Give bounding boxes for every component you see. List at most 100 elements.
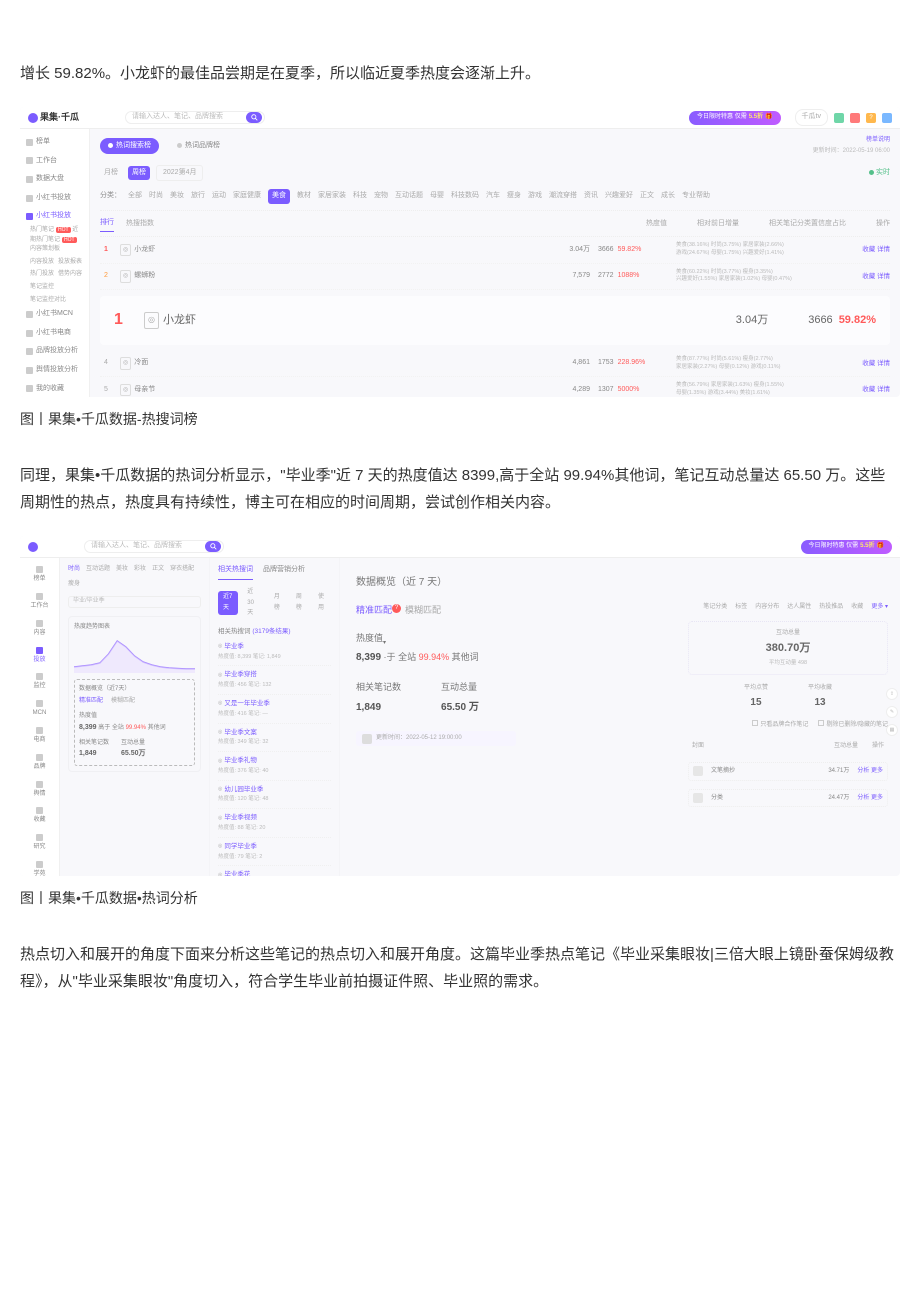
fab-app-icon[interactable]: ▦ <box>886 724 898 736</box>
assoc-item[interactable]: 同学毕业季热度值: 79 笔记: 2 <box>218 838 331 867</box>
sb2-8[interactable]: 舆情 <box>24 777 55 804</box>
sb2-4[interactable]: 监控 <box>24 669 55 696</box>
assoc-item[interactable]: 毕业季穿搭热度值: 456 笔记: 132 <box>218 666 331 695</box>
chip-6[interactable]: 瘦身 <box>68 579 80 590</box>
cat-4[interactable]: 运动 <box>212 190 226 203</box>
cat-2[interactable]: 美妆 <box>170 190 184 203</box>
assoc-item[interactable]: 毕业季花热度值: — 笔记: — <box>218 866 331 876</box>
sidebar-sub-g2[interactable]: 投放报表 <box>58 258 82 268</box>
chip-0[interactable]: 时尚 <box>68 564 80 575</box>
assoc-item[interactable]: 毕业季礼物热度值: 376 笔记: 40 <box>218 752 331 781</box>
cat-18[interactable]: 资讯 <box>584 190 598 203</box>
checkbox-brand-only[interactable]: 只看品牌合作笔记 <box>752 720 808 731</box>
pr-month[interactable]: 月榜 <box>269 591 287 615</box>
checkbox-exclude-deleted[interactable]: 剔除已删除/隐藏的笔记 <box>818 720 888 731</box>
period-month[interactable]: 月榜 <box>100 166 122 181</box>
search-button[interactable] <box>246 112 262 123</box>
pr-week[interactable]: 周榜 <box>291 591 309 615</box>
cat-12[interactable]: 母婴 <box>430 190 444 203</box>
sb2-3[interactable]: 投放 <box>24 643 55 670</box>
chip-5[interactable]: 穿衣搭配 <box>170 564 194 575</box>
sb2-1[interactable]: 工作台 <box>24 589 55 616</box>
ops-2[interactable]: 收藏 详情 <box>854 271 890 283</box>
keyword-1[interactable]: 小龙虾 <box>134 244 155 257</box>
pr-30d[interactable]: 近30天 <box>242 586 265 620</box>
rhs-h5[interactable]: 收藏 <box>851 602 863 613</box>
keyword-2[interactable]: 螺蛳粉 <box>134 270 155 283</box>
cat-21[interactable]: 成长 <box>661 190 675 203</box>
top-icon-2[interactable] <box>850 113 860 123</box>
cat-8[interactable]: 家居家装 <box>318 190 346 203</box>
search-input-2[interactable]: 请输入达人、笔记、品牌搜索 <box>84 540 224 553</box>
ops-1[interactable]: 收藏 详情 <box>854 244 890 256</box>
help-icon[interactable]: ? <box>866 113 876 123</box>
cat-9[interactable]: 科技 <box>353 190 367 203</box>
tab-hot-brand[interactable]: 热词品牌榜 <box>169 138 228 155</box>
period-week[interactable]: 周榜 <box>128 166 150 181</box>
match-fuzzy[interactable]: 模糊匹配 <box>405 602 441 618</box>
tab-hot-search[interactable]: 热词搜索榜 <box>100 138 159 155</box>
assoc-item[interactable]: 幼儿园毕业季热度值: 120 笔记: 48 <box>218 781 331 810</box>
note-act-1[interactable]: 分析 更多 <box>857 793 883 804</box>
cat-1[interactable]: 时尚 <box>149 190 163 203</box>
ops-4[interactable]: 收藏 详情 <box>854 358 890 370</box>
chip-4[interactable]: 正文 <box>152 564 164 575</box>
promo-banner[interactable]: 今日限时特惠 仅需 5.5折 🎁 <box>689 111 781 125</box>
sidebar-item-fav[interactable]: 我的收藏 <box>26 380 83 398</box>
sb2-10[interactable]: 研究 <box>24 830 55 857</box>
cat-19[interactable]: 兴趣爱好 <box>605 190 633 203</box>
match-exact[interactable]: 精准匹配? <box>356 602 401 618</box>
sidebar-sub-g0[interactable]: 内容策划板 <box>30 245 60 255</box>
sidebar-item-dashboard[interactable]: 数据大盘 <box>26 170 83 189</box>
rhs-more[interactable]: 更多 ▾ <box>871 602 888 613</box>
chip-1[interactable]: 互动话题 <box>86 564 110 575</box>
rhs-h2[interactable]: 内容分布 <box>755 602 779 613</box>
pr-7d[interactable]: 近7天 <box>218 591 238 615</box>
tv-button[interactable]: 千瓜tv <box>795 109 828 126</box>
cat-17[interactable]: 潮流穿搭 <box>549 190 577 203</box>
search-button-2[interactable] <box>205 541 221 552</box>
assoc-item[interactable]: 又是一年毕业季热度值: 416 笔记: — <box>218 695 331 724</box>
sidebar-item-ecom[interactable]: 小红书电商 <box>26 324 83 343</box>
cat-11[interactable]: 互动话题 <box>395 190 423 203</box>
sidebar-item-mcn[interactable]: 小红书MCN <box>26 305 83 324</box>
rhs-h0[interactable]: 笔记分类 <box>703 602 727 613</box>
assoc-item[interactable]: 毕业季热度值: 8,399 笔记: 1,849 <box>218 638 331 667</box>
subtab-rank[interactable]: 排行 <box>100 217 114 233</box>
search-input[interactable]: 请输入达人、笔记、品牌搜索 <box>125 111 265 124</box>
sidebar-item-xhs-place[interactable]: 小红书投放 <box>26 189 83 208</box>
sb2-5[interactable]: MCN <box>24 696 55 723</box>
mini-tab-exact[interactable]: 精准匹配 <box>79 696 103 707</box>
realtime-toggle[interactable]: 实时 <box>869 167 890 180</box>
chip-3[interactable]: 彩妆 <box>134 564 146 575</box>
subtab-index[interactable]: 热搜指数 <box>126 218 154 231</box>
keyword-search[interactable]: 毕业/毕业季 <box>68 596 201 608</box>
sidebar-sub-g4[interactable]: 借势内容 <box>58 270 82 280</box>
rhs-h4[interactable]: 热投推品 <box>819 602 843 613</box>
top-icon-4[interactable] <box>882 113 892 123</box>
keyword-4[interactable]: 冷面 <box>134 357 148 370</box>
sidebar-sub-g6[interactable]: 笔记监控对比 <box>30 296 66 306</box>
rhs-h1[interactable]: 标签 <box>735 602 747 613</box>
cat-all[interactable]: 全部 <box>128 190 142 203</box>
note-name-0[interactable]: 文笔摘抄 <box>711 766 820 777</box>
sidebar-item-workbench[interactable]: 工作台 <box>26 152 83 171</box>
sb2-7[interactable]: 品牌 <box>24 750 55 777</box>
sb2-11[interactable]: 学苑 <box>24 857 55 876</box>
sidebar-sub-g1[interactable]: 内容投放 <box>30 258 54 268</box>
tab-related-words[interactable]: 相关热搜词 <box>218 564 253 580</box>
assoc-item[interactable]: 毕业季视频热度值: 88 笔记: 20 <box>218 809 331 838</box>
fab-share-icon[interactable]: ⇪ <box>886 688 898 700</box>
top-icon-1[interactable] <box>834 113 844 123</box>
cat-22[interactable]: 专业帮助 <box>682 190 710 203</box>
fab-feedback-icon[interactable]: ✎ <box>886 706 898 718</box>
sidebar-item-sentiment[interactable]: 舆情投放分析 <box>26 361 83 380</box>
cat-3[interactable]: 旅行 <box>191 190 205 203</box>
note-act-0[interactable]: 分析 更多 <box>857 766 883 777</box>
cat-13[interactable]: 科技数码 <box>451 190 479 203</box>
cat-food-active[interactable]: 美食 <box>268 189 290 204</box>
cat-5[interactable]: 家庭健康 <box>233 190 261 203</box>
cat-14[interactable]: 汽车 <box>486 190 500 203</box>
chip-2[interactable]: 美妆 <box>116 564 128 575</box>
sb2-9[interactable]: 收藏 <box>24 803 55 830</box>
